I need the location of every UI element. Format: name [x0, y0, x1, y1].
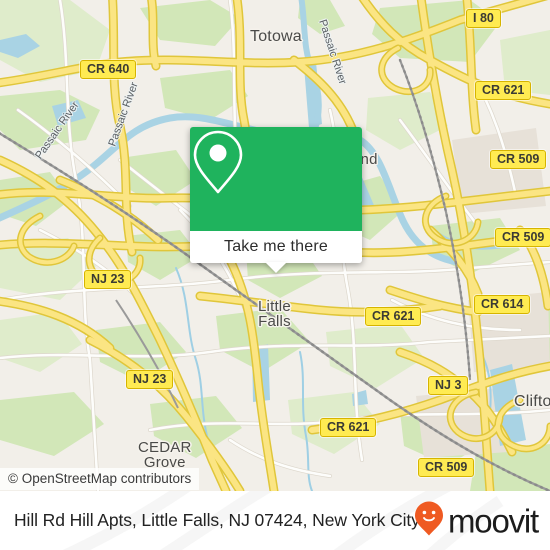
moovit-pin-smile-icon — [414, 500, 444, 541]
highway-shield[interactable]: I 80 — [466, 9, 501, 28]
highway-shield[interactable]: NJ 23 — [126, 370, 174, 389]
highway-shield[interactable]: CR 621 — [365, 307, 422, 326]
highway-shield[interactable]: CR 509 — [495, 228, 550, 247]
footer-bar: Hill Rd Hill Apts, Little Falls, NJ 0742… — [0, 491, 550, 550]
moovit-map-share-card: .g{fill:#d2e7b8} .gl{fill:#dfeccb} .w{fi… — [0, 0, 550, 550]
address-text: Hill Rd Hill Apts, Little Falls, NJ 0742… — [14, 510, 420, 530]
card-icon-area — [190, 127, 362, 231]
highway-shield[interactable]: NJ 3 — [428, 376, 469, 395]
moovit-wordmark: moovit — [448, 502, 539, 539]
moovit-logo[interactable]: moovit — [414, 500, 539, 541]
callout-tail — [265, 262, 287, 273]
highway-shield[interactable]: CR 621 — [320, 418, 377, 437]
map-canvas[interactable]: .g{fill:#d2e7b8} .gl{fill:#dfeccb} .w{fi… — [0, 0, 550, 491]
highway-shield[interactable]: CR 509 — [490, 150, 547, 169]
card-cta-area[interactable]: Take me there — [190, 231, 362, 273]
osm-attribution[interactable]: © OpenStreetMap contributors — [0, 468, 200, 490]
take-me-there-label: Take me there — [224, 238, 328, 255]
highway-shield[interactable]: CR 509 — [418, 458, 475, 477]
highway-shield[interactable]: CR 614 — [474, 295, 531, 314]
destination-callout-card[interactable]: Take me there — [190, 127, 362, 273]
highway-shield[interactable]: NJ 23 — [84, 270, 132, 289]
highway-shield[interactable]: CR 621 — [475, 81, 532, 100]
highway-shield[interactable]: CR 640 — [80, 60, 137, 79]
